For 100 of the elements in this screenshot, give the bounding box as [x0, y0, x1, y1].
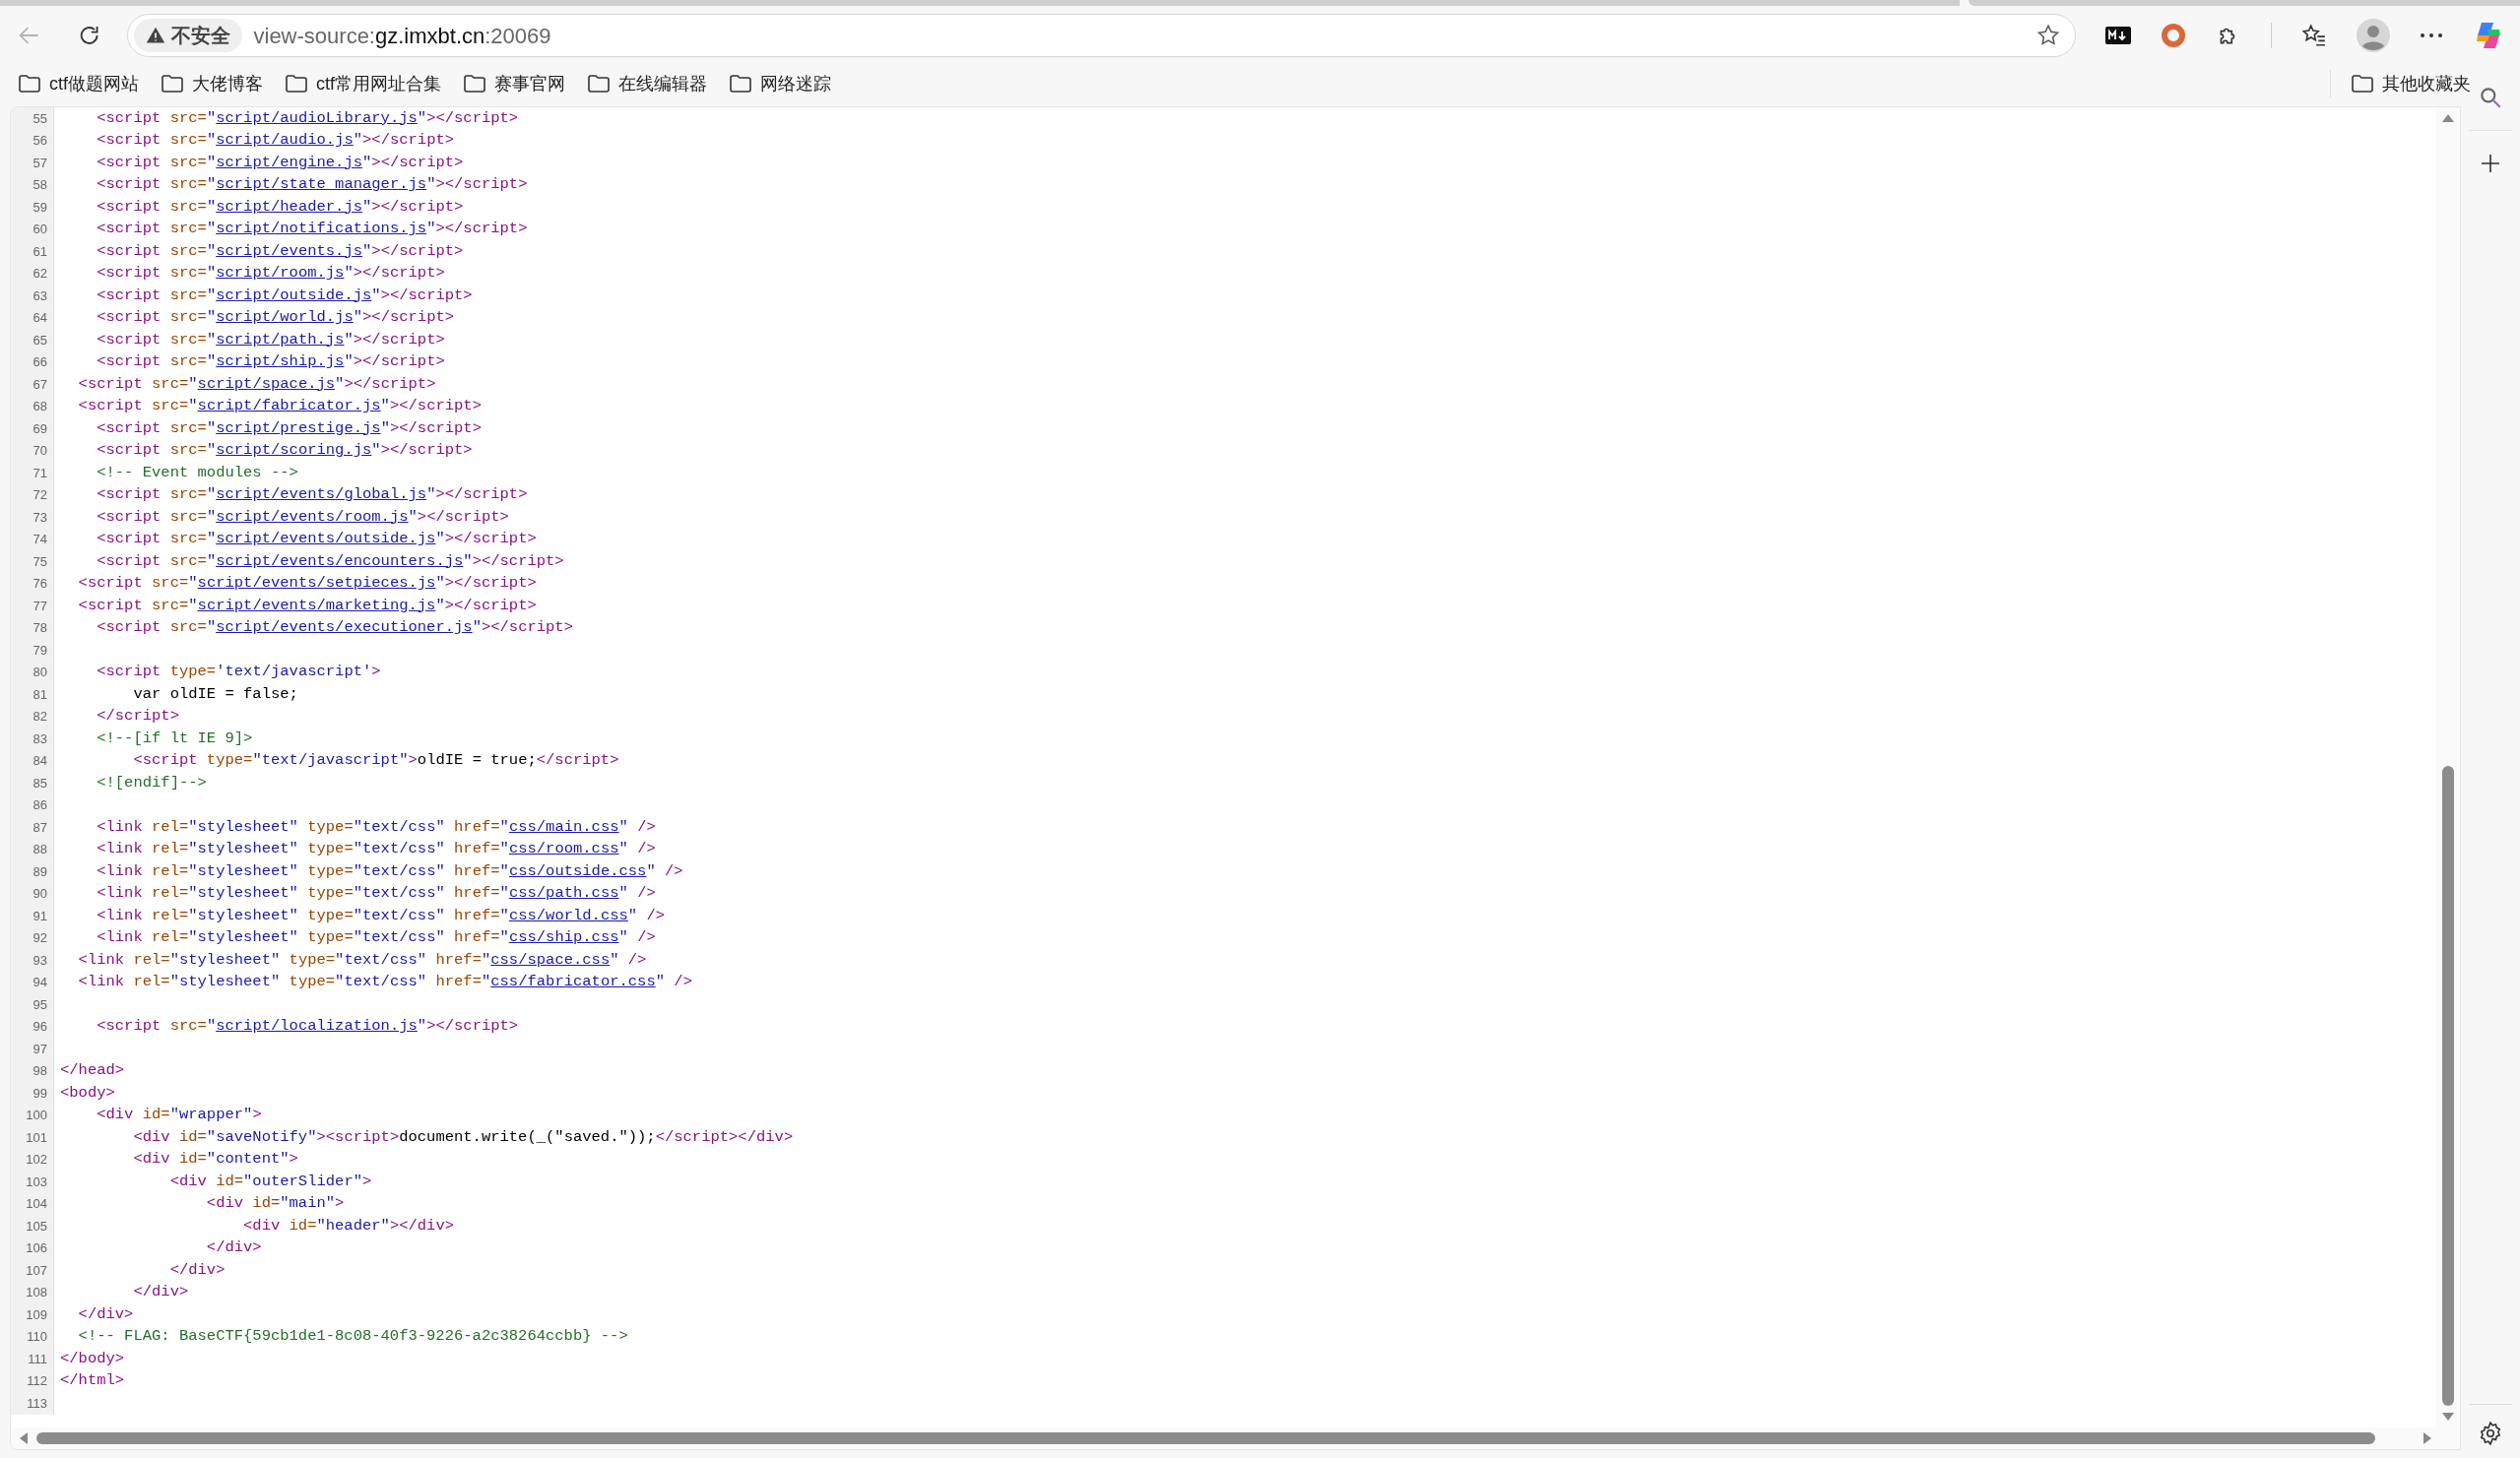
folder-icon — [587, 74, 612, 94]
html-tag: <script — [133, 751, 198, 770]
source-link[interactable]: script/prestige.js — [216, 418, 381, 437]
favorites-icon[interactable] — [2301, 23, 2327, 48]
source-link[interactable]: css/fabricator.css — [490, 973, 656, 991]
attribute-value: " — [435, 530, 445, 548]
source-link[interactable]: script/events/encounters.js — [216, 551, 464, 570]
source-link[interactable]: script/room.js — [216, 264, 345, 283]
source-link[interactable]: script/events/setpieces.js — [197, 574, 436, 593]
html-tag: ></script> — [344, 374, 436, 393]
attribute-name: rel= — [133, 973, 170, 991]
star-icon[interactable] — [2035, 23, 2061, 48]
html-tag: ></script> — [426, 108, 519, 127]
source-link[interactable]: css/room.css — [508, 840, 619, 858]
attribute-value: " — [618, 928, 628, 947]
scroll-down-icon[interactable] — [2441, 1412, 2455, 1422]
attribute-value: " — [481, 950, 491, 969]
attribute-value: " — [371, 285, 381, 304]
source-link[interactable]: script/events/room.js — [216, 507, 409, 526]
more-icon[interactable] — [2420, 32, 2443, 38]
other-bookmarks[interactable]: 其他收藏夹 — [2351, 70, 2471, 97]
html-tag: <body> — [60, 1083, 115, 1102]
settings-icon[interactable] — [2478, 1421, 2503, 1446]
line-number: 90 — [32, 885, 47, 903]
attribute-value: " — [371, 441, 381, 460]
html-tag: ></script> — [444, 596, 537, 614]
source-link[interactable]: script/state_manager.js — [216, 175, 427, 194]
attribute-value: " — [426, 175, 436, 194]
scroll-left-icon[interactable] — [19, 1431, 29, 1445]
code-comment: <!--[if lt IE 9]> — [97, 729, 253, 747]
source-link[interactable]: script/events.js — [216, 241, 362, 260]
html-tag: <link — [97, 817, 143, 836]
scroll-thumb[interactable] — [36, 1432, 2375, 1444]
ring-icon[interactable] — [2161, 23, 2186, 48]
attribute-value: "stylesheet" — [188, 906, 298, 924]
line-number: 107 — [26, 1261, 47, 1280]
attribute-name: rel= — [152, 928, 189, 947]
html-tag: <script — [78, 574, 143, 593]
html-tag: ></script> — [371, 241, 464, 260]
source-link[interactable]: script/outside.js — [216, 285, 372, 304]
source-link[interactable]: css/main.css — [508, 817, 619, 836]
source-link[interactable]: script/localization.js — [216, 1017, 418, 1036]
bookmark-item[interactable]: 赛事官网 — [463, 70, 566, 97]
attribute-value: " — [344, 352, 354, 371]
line-number: 73 — [32, 508, 47, 527]
attribute-name: id= — [178, 1150, 207, 1169]
source-link[interactable]: script/engine.js — [216, 153, 362, 171]
attribute-name: href= — [435, 973, 482, 991]
source-link[interactable]: css/space.css — [490, 950, 611, 969]
source-link[interactable]: css/ship.css — [508, 928, 619, 947]
add-icon[interactable] — [2480, 153, 2501, 174]
markdown-icon[interactable] — [2105, 27, 2131, 44]
source-link[interactable]: script/events/outside.js — [216, 530, 436, 548]
horizontal-scrollbar[interactable] — [11, 1427, 2460, 1449]
attribute-name: type= — [307, 884, 354, 903]
bookmark-item[interactable]: ctf做题网站 — [18, 70, 139, 97]
source-link[interactable]: script/ship.js — [216, 352, 345, 371]
html-tag: </body> — [60, 1349, 125, 1367]
attribute-name: src= — [169, 551, 207, 570]
attribute-value: " — [618, 840, 628, 858]
source-link[interactable]: script/audio.js — [216, 131, 354, 150]
code-comment: <!-- Event modules --> — [97, 463, 298, 481]
source-link[interactable]: script/events/global.js — [216, 485, 427, 504]
source-link[interactable]: script/audioLibrary.js — [216, 108, 418, 127]
security-chip[interactable]: 不安全 — [133, 19, 242, 52]
source-link[interactable]: script/fabricator.js — [197, 397, 381, 415]
source-link[interactable]: css/world.css — [508, 906, 628, 924]
source-link[interactable]: css/path.css — [508, 884, 619, 903]
url-text[interactable]: view-source:gz.imxbt.cn:20069 — [253, 19, 2024, 52]
line-number: 57 — [32, 154, 47, 172]
source-link[interactable]: css/outside.css — [508, 861, 647, 880]
bookmark-item[interactable]: 大佬博客 — [161, 70, 263, 97]
vertical-scrollbar[interactable] — [2436, 107, 2460, 1427]
source-link[interactable]: script/events/marketing.js — [197, 596, 436, 614]
html-tag: <script — [97, 618, 162, 637]
scroll-right-icon[interactable] — [2423, 1431, 2432, 1445]
bookmark-item[interactable]: 在线编辑器 — [587, 70, 708, 97]
source-link[interactable]: script/path.js — [216, 330, 345, 349]
attribute-name: src= — [152, 374, 189, 393]
html-tag: </div> — [78, 1304, 134, 1323]
html-tag: <link — [97, 840, 143, 858]
source-link[interactable]: script/scoring.js — [216, 441, 372, 460]
attribute-name: type= — [307, 840, 354, 858]
source-link[interactable]: script/world.js — [216, 308, 354, 327]
bookmark-item[interactable]: ctf常用网址合集 — [285, 70, 442, 97]
html-tag: <div — [133, 1127, 170, 1146]
scroll-thumb[interactable] — [2442, 766, 2454, 1406]
address-bar[interactable]: 不安全 view-source:gz.imxbt.cn:20069 — [126, 14, 2076, 57]
source-link[interactable]: script/space.js — [197, 374, 336, 393]
folder-icon — [161, 74, 184, 94]
source-link[interactable]: script/header.js — [216, 197, 362, 216]
attribute-value: " — [472, 618, 482, 637]
line-number: 109 — [26, 1305, 47, 1324]
source-link[interactable]: script/notifications.js — [216, 220, 427, 238]
avatar-icon[interactable] — [2357, 19, 2390, 52]
bookmark-item[interactable]: 网络迷踪 — [729, 70, 832, 97]
search-icon[interactable] — [2478, 85, 2503, 110]
scroll-up-icon[interactable] — [2441, 113, 2455, 123]
source-link[interactable]: script/events/executioner.js — [216, 618, 473, 637]
line-number: 75 — [32, 552, 47, 571]
